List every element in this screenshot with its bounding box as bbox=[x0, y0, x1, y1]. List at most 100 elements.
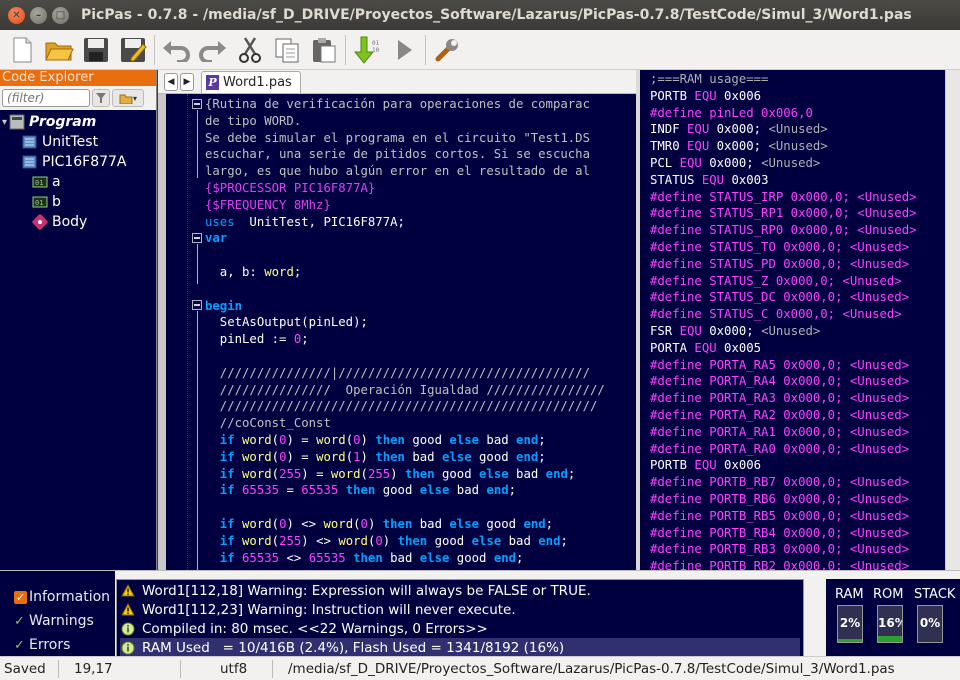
code-line: Se debe simular el programa en el circui… bbox=[205, 130, 590, 147]
tab-scroll-left-icon[interactable]: ◀ bbox=[164, 73, 178, 91]
code-token: <Unused> bbox=[768, 122, 828, 137]
code-token: ) = bbox=[286, 449, 317, 464]
code-token: word bbox=[316, 449, 346, 464]
code-token: ) <> bbox=[301, 533, 339, 548]
code-token: ; bbox=[560, 533, 568, 548]
fold-toggle-icon[interactable] bbox=[192, 300, 202, 310]
code-line: if word(255) = word(255) then good else … bbox=[205, 466, 576, 483]
code-token: /////////////// Operación Igualdad /////… bbox=[205, 382, 605, 397]
open-folder-icon[interactable] bbox=[43, 34, 75, 66]
message-list[interactable]: Word1[112,18] Warning: Expression will a… bbox=[116, 579, 804, 657]
filter-warnings[interactable]: ✓ Warnings bbox=[14, 611, 94, 631]
code-token: EQU bbox=[687, 139, 710, 154]
warning-icon bbox=[120, 603, 136, 616]
code-token: #define STATUS_RP1 0x000,0; <Unused> bbox=[650, 206, 917, 221]
paste-icon[interactable] bbox=[308, 34, 340, 66]
asm-line: PCL EQU 0x000; <Unused> bbox=[650, 155, 820, 172]
tree-node-b[interactable]: 01 b bbox=[32, 192, 61, 212]
run-icon[interactable] bbox=[388, 34, 420, 66]
fold-toggle-icon[interactable] bbox=[192, 99, 202, 109]
code-token: #define PORTB_RB6 0x000,0; <Unused> bbox=[650, 492, 910, 506]
tab-scroll-right-icon[interactable]: ▶ bbox=[180, 73, 194, 91]
code-token: ) bbox=[360, 449, 376, 464]
title-bar: ✕ – □ PicPas - 0.7.8 - /media/sf_D_DRIVE… bbox=[0, 0, 960, 30]
code-editor[interactable]: {Rutina de verificación para operaciones… bbox=[158, 94, 636, 570]
code-token: begin bbox=[205, 298, 243, 313]
message-row[interactable]: Compiled in: 80 msec. <<22 Warnings, 0 E… bbox=[120, 619, 800, 638]
tree-node-unittest[interactable]: UnitTest bbox=[22, 132, 98, 152]
tick-icon[interactable]: ✓ bbox=[14, 614, 29, 629]
close-window-button[interactable]: ✕ bbox=[8, 6, 25, 24]
tab-word1[interactable]: P Word1.pas bbox=[201, 71, 301, 93]
code-token: if bbox=[205, 449, 243, 464]
code-token: EQU bbox=[701, 172, 725, 187]
tree-node-a[interactable]: 01 a bbox=[32, 172, 61, 192]
meter-fill bbox=[838, 639, 862, 642]
code-token: STATUS bbox=[650, 172, 702, 187]
message-row[interactable]: Word1[112,18] Warning: Expression will a… bbox=[120, 581, 800, 600]
code-token: #define PORTA_RA2 0x000,0; <Unused> bbox=[650, 408, 910, 422]
tree-node-program[interactable]: ▾ Program bbox=[2, 112, 96, 132]
filter-funnel-icon[interactable] bbox=[92, 89, 110, 107]
redo-icon[interactable] bbox=[197, 34, 229, 66]
code-token: FSR bbox=[650, 324, 680, 338]
checkbox-checked-icon[interactable]: ✓ bbox=[14, 590, 27, 604]
save-icon[interactable] bbox=[80, 34, 112, 66]
fold-guide bbox=[197, 110, 198, 178]
filter-errors[interactable]: ✓ Errors bbox=[14, 635, 70, 655]
maximize-window-button[interactable]: □ bbox=[52, 6, 69, 24]
asm-line: STATUS EQU 0x003 bbox=[650, 172, 768, 189]
compile-icon[interactable]: 01 10 bbox=[351, 34, 383, 66]
expand-icon[interactable]: ▾ bbox=[2, 117, 7, 128]
code-token: PORTB bbox=[650, 458, 695, 473]
tree-node-body[interactable]: Body bbox=[32, 212, 87, 232]
fold-toggle-icon[interactable] bbox=[192, 233, 202, 243]
settings-wrench-icon[interactable] bbox=[431, 34, 463, 66]
code-line: if word(0) <> word(0) then bad else good… bbox=[205, 516, 553, 533]
code-token: bad bbox=[404, 449, 442, 464]
message-list-scrollbar[interactable] bbox=[805, 579, 821, 657]
tick-icon[interactable]: ✓ bbox=[14, 638, 29, 653]
filter-folder-dropdown[interactable]: ▾ bbox=[112, 89, 144, 107]
code-token: de tipo WORD. bbox=[205, 113, 302, 128]
meter-gauge-ram: 2% bbox=[837, 605, 863, 643]
asm-vertical-scrollbar[interactable] bbox=[945, 70, 960, 570]
code-token: end bbox=[493, 550, 517, 565]
code-token: if bbox=[205, 533, 243, 548]
code-token: SetAsOutput(pinLed); bbox=[205, 315, 368, 330]
message-row[interactable]: RAM Used = 10/416B (2.4%), Flash Used = … bbox=[120, 638, 800, 657]
tree-label: Program bbox=[29, 114, 97, 130]
svg-text:01: 01 bbox=[35, 199, 43, 207]
asm-line: #define STATUS_IRP 0x000,0; <Unused> bbox=[650, 189, 917, 206]
minimize-window-button[interactable]: – bbox=[30, 6, 47, 24]
pascal-file-icon: P bbox=[206, 75, 219, 90]
code-token: #define PORTB_RB3 0x000,0; <Unused> bbox=[650, 542, 910, 557]
message-row[interactable]: Word1[112,23] Warning: Instruction will … bbox=[120, 600, 800, 619]
asm-line: #define PORTA_RA0 0x000,0; <Unused> bbox=[650, 441, 909, 458]
code-line: SetAsOutput(pinLed); bbox=[205, 314, 368, 331]
code-token: #define PORTA_RA4 0x000,0; <Unused> bbox=[650, 374, 910, 389]
code-line: pinLed := 0; bbox=[205, 331, 309, 348]
tree-node-pic16f877a[interactable]: PIC16F877A bbox=[22, 152, 127, 172]
asm-output-panel[interactable]: ;===RAM usage=== PORTB EQU 0x006 #define p… bbox=[640, 70, 945, 570]
code-line: if word(0) = word(1) then bad else good … bbox=[205, 449, 546, 466]
code-token: PORTA bbox=[650, 340, 695, 355]
code-token: #define STATUS_RP0 0x000,0; <Unused> bbox=[650, 223, 917, 238]
filter-input[interactable] bbox=[2, 89, 90, 107]
asm-line: #define STATUS_RP0 0x000,0; <Unused> bbox=[650, 222, 917, 239]
filter-information[interactable]: ✓ Information bbox=[14, 587, 110, 607]
copy-icon[interactable] bbox=[271, 34, 303, 66]
code-token: 0x006 bbox=[716, 88, 762, 103]
code-token: {$PROCESSOR PIC16F877A} bbox=[205, 181, 376, 195]
code-token: then bbox=[338, 483, 376, 498]
code-token: ) bbox=[382, 533, 398, 548]
code-token: 0 bbox=[353, 433, 361, 447]
undo-icon[interactable] bbox=[160, 34, 192, 66]
code-token: 0x000; bbox=[701, 324, 762, 338]
cut-icon[interactable] bbox=[234, 34, 266, 66]
code-token: {$FREQUENCY 8Mhz} bbox=[205, 197, 331, 212]
new-file-icon[interactable] bbox=[6, 34, 38, 66]
save-as-icon[interactable] bbox=[117, 34, 149, 66]
meter-label-stack: STACK bbox=[914, 587, 956, 602]
code-token: word bbox=[242, 466, 272, 481]
